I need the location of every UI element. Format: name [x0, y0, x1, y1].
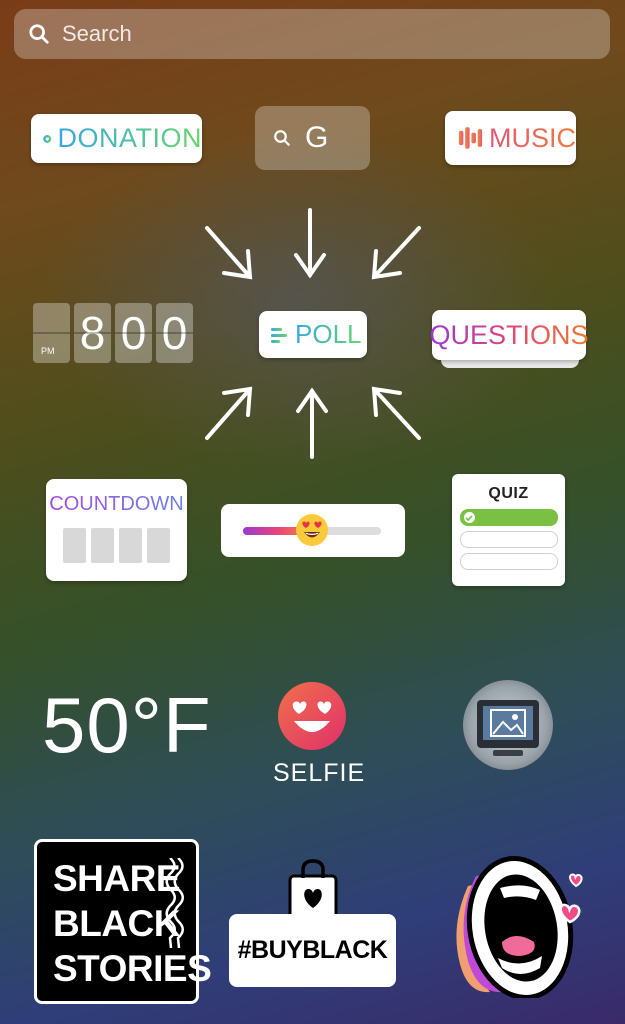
questions-sticker[interactable]: QUESTIONS [429, 310, 589, 360]
sbs-line: BLACK [53, 903, 180, 944]
search-bar[interactable]: Search [14, 9, 610, 59]
buy-black-sticker[interactable]: #BUYBLACK [229, 914, 396, 987]
poll-label: POLL [295, 319, 362, 349]
countdown-boxes [63, 528, 170, 563]
clock-digit: PM [33, 303, 70, 363]
search-input[interactable]: Search [62, 21, 132, 47]
check-icon [463, 512, 475, 523]
gif-sticker[interactable]: G [255, 106, 370, 170]
squiggle-icon [165, 858, 184, 948]
clock-digit: 0 [115, 303, 152, 363]
questions-label: QUESTIONS [429, 319, 589, 350]
heart-icon [43, 134, 52, 143]
music-label: MUSIC [489, 122, 576, 153]
photo-sticker[interactable] [463, 680, 553, 770]
poll-sticker[interactable]: POLL [259, 311, 367, 358]
poll-lines-icon [271, 327, 287, 343]
sbs-line: SHARE [53, 858, 181, 899]
quiz-option-correct [459, 509, 558, 526]
time-sticker[interactable]: PM 8 0 0 [33, 303, 193, 363]
clock-digit: 0 [156, 303, 193, 363]
quiz-option [459, 553, 558, 570]
quiz-sticker[interactable]: QUIZ [452, 474, 565, 586]
shouting-mouth-icon[interactable] [428, 846, 598, 998]
share-black-stories-sticker[interactable]: SHARE BLACK STORIES [34, 839, 212, 1004]
donation-sticker[interactable]: DONATION [31, 114, 202, 163]
buy-black-label: #BUYBLACK [237, 936, 388, 964]
emoji-slider-sticker[interactable] [221, 504, 405, 557]
heart-eyes-icon[interactable] [277, 681, 347, 751]
shopping-bag-heart-icon [288, 859, 338, 920]
equalizer-icon [458, 127, 483, 149]
quiz-option [459, 531, 558, 548]
countdown-box [91, 528, 114, 563]
search-icon [274, 130, 290, 146]
gif-label: G [305, 121, 329, 154]
quiz-label: QUIZ [488, 485, 529, 502]
heart-eyes-emoji [296, 514, 328, 546]
countdown-sticker[interactable]: COUNTDOWN [46, 479, 187, 581]
countdown-box [63, 528, 86, 563]
countdown-label: COUNTDOWN [49, 493, 184, 515]
sbs-line: STORIES [53, 948, 212, 989]
search-icon [29, 24, 49, 44]
clock-digit: 8 [74, 303, 111, 363]
ampm-label: PM [41, 346, 55, 356]
temperature-sticker[interactable]: 50°F [42, 680, 212, 771]
selfie-label[interactable]: SELFIE [273, 759, 364, 788]
countdown-box [119, 528, 142, 563]
countdown-box [147, 528, 170, 563]
music-sticker[interactable]: MUSIC [445, 111, 576, 165]
donation-label: DONATION [57, 123, 202, 153]
image-icon [477, 700, 539, 756]
